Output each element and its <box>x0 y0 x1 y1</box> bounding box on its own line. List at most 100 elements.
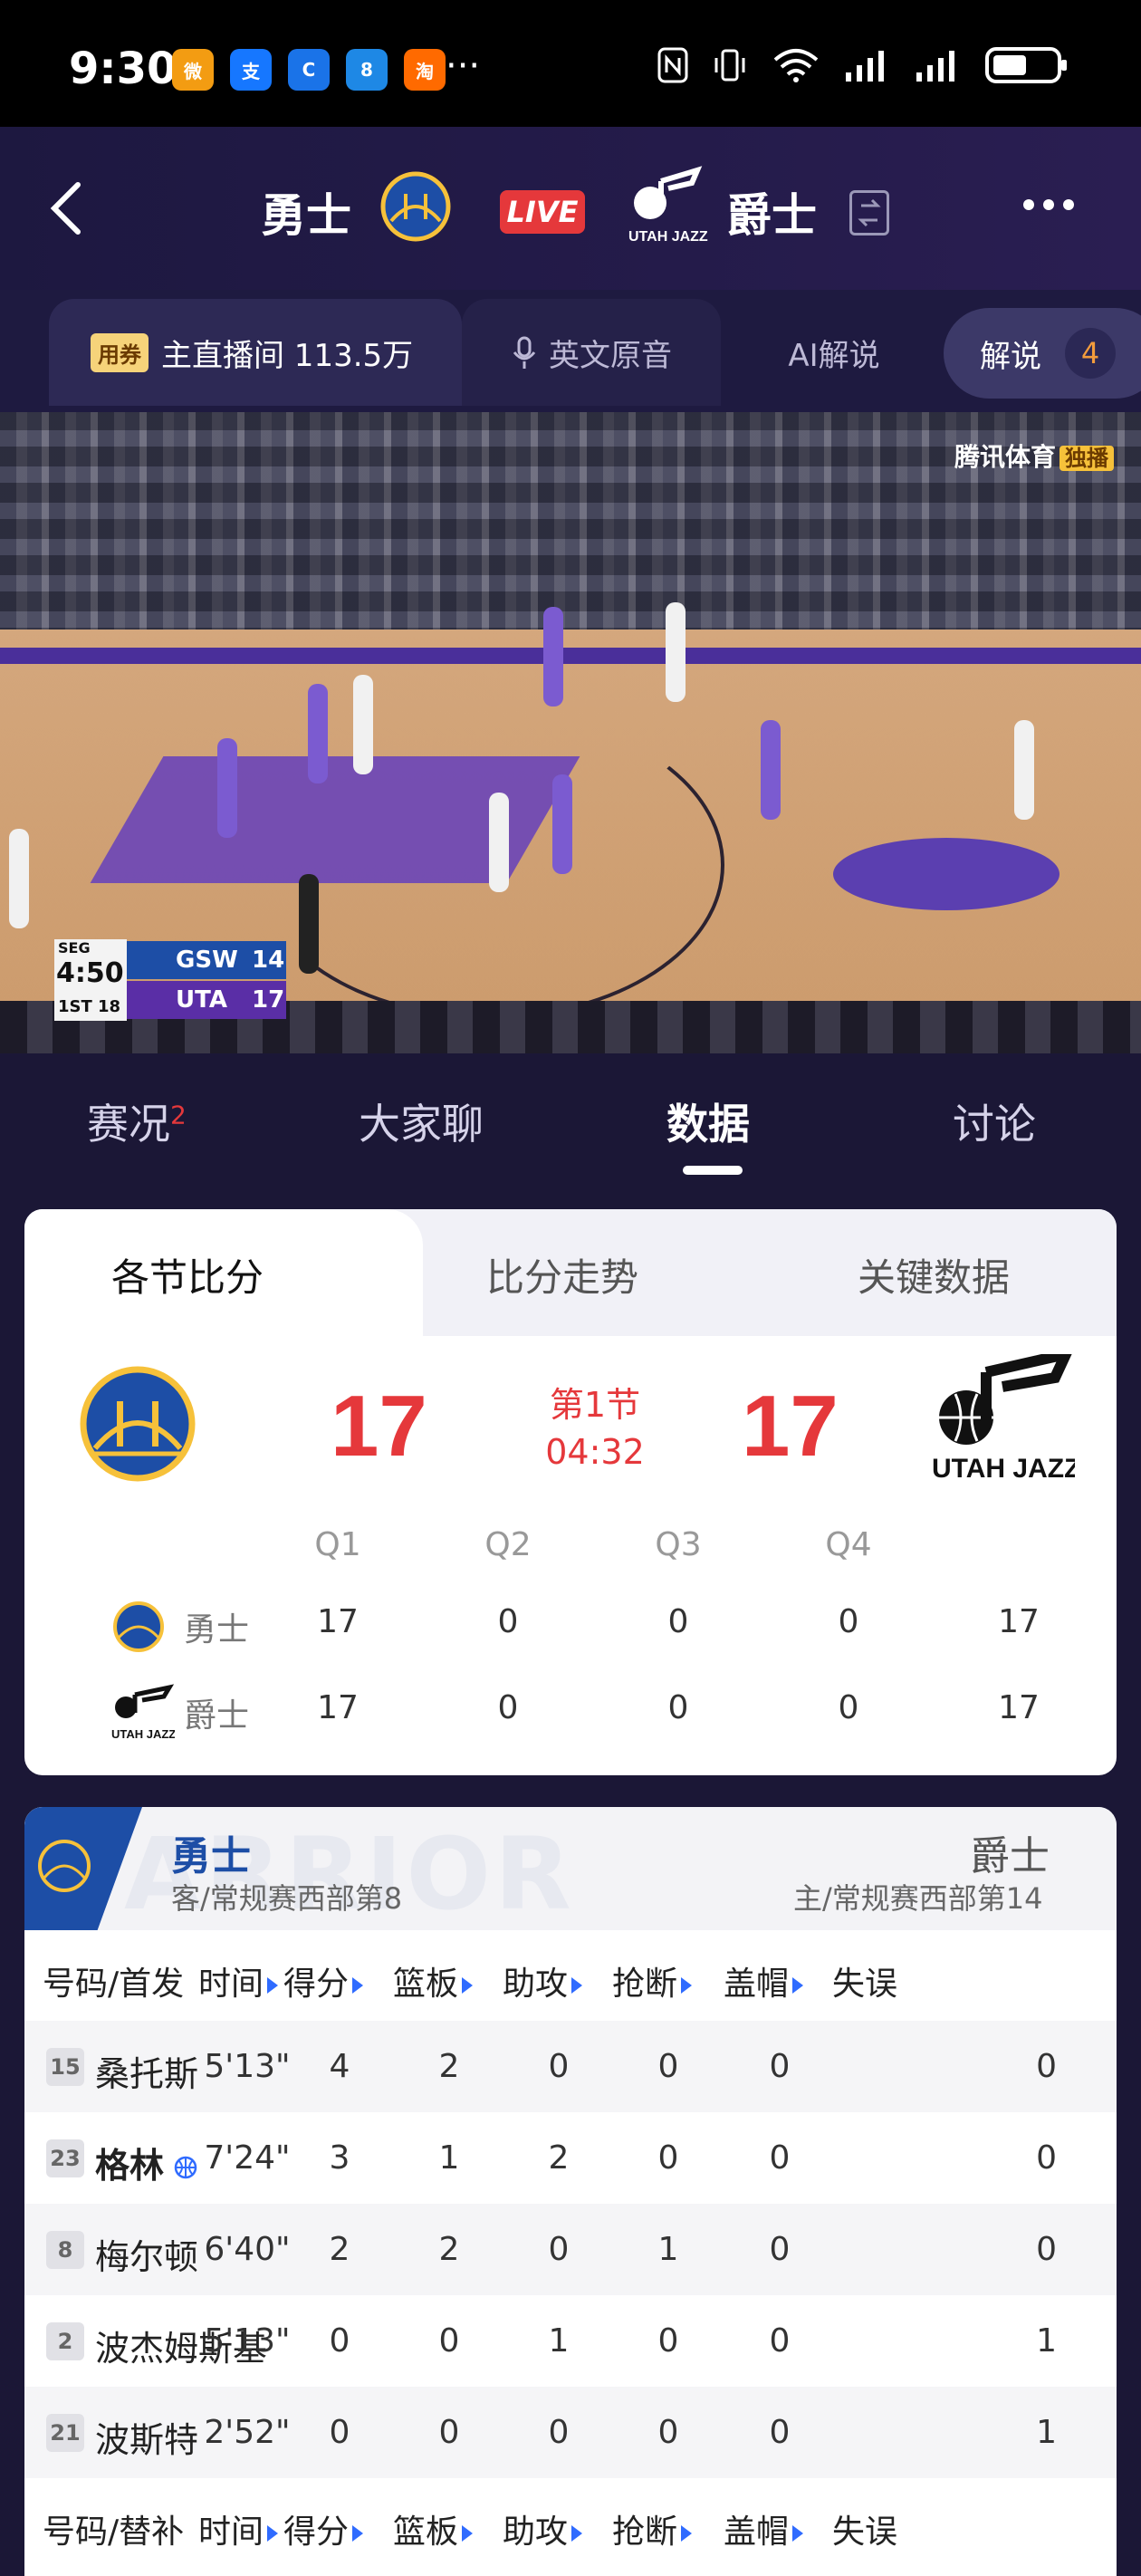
tab-game-status[interactable]: 赛况2 <box>87 1091 187 1151</box>
quarter-header: Q4 <box>825 1526 872 1563</box>
stats-away-team[interactable]: 勇士 <box>171 1823 251 1881</box>
match-header: 勇士 LIVE UTAH JAZZ 爵士 <box>0 127 1141 290</box>
column-header-sort[interactable]: 盖帽 <box>724 1957 804 2004</box>
column-header-sort[interactable]: 抢断 <box>612 1957 693 2004</box>
dot-icon <box>1063 199 1074 210</box>
jazz-logo-icon: UTAH JAZZ <box>111 1684 176 1745</box>
player-name-text: 桑托斯 <box>95 2054 199 2094</box>
column-header-label: 失误 <box>832 1966 898 2003</box>
period-label: 第1节 <box>549 1385 641 1425</box>
column-header-label: 得分 <box>283 1966 350 2003</box>
game-status-badge: 2 <box>170 1100 187 1130</box>
column-header-label: 盖帽 <box>724 1966 790 2003</box>
stats-team-header: ARRIOR 勇士 客/常规赛西部第8 爵士 主/常规赛西部第14 <box>24 1807 1117 1932</box>
table-row[interactable]: 23 格林 7'24" 3 1 2 0 0 0 <box>24 2112 1117 2204</box>
player-figure <box>666 602 686 702</box>
player-figure <box>9 829 29 928</box>
svg-text:UTAH JAZZ: UTAH JAZZ <box>111 1727 175 1741</box>
stat-cell-time: 5'13" <box>204 2048 291 2085</box>
battery-icon <box>985 45 1069 85</box>
scorebug-away-row: GSW 14 <box>127 941 286 979</box>
stat-cell-to: 1 <box>1036 2414 1057 2451</box>
column-header-label: 助攻 <box>503 1966 569 2003</box>
column-header-sort[interactable]: 时间 <box>198 1957 279 2004</box>
more-options-button[interactable] <box>1023 199 1074 210</box>
more-notifications: ··· <box>446 45 481 87</box>
column-header-sort[interactable]: 得分 <box>283 2505 364 2552</box>
broadcaster-watermark: 腾讯体育 独播 <box>954 437 1114 474</box>
svg-text:UTAH JAZZ: UTAH JAZZ <box>628 229 708 245</box>
warriors-logo-icon <box>79 1354 197 1497</box>
tab-discuss[interactable]: 讨论 <box>953 1091 1036 1151</box>
table-row[interactable]: 8 梅尔顿 6'40" 2 2 0 1 0 0 <box>24 2204 1117 2295</box>
stat-cell-stl: 0 <box>657 2414 679 2451</box>
player-name: 波斯特 <box>95 2412 198 2462</box>
dot-icon <box>1043 199 1054 210</box>
scorebug-quarter: 1ST 18 <box>58 997 121 1016</box>
scorebug-venue: SEG <box>58 939 91 956</box>
switch-icon[interactable] <box>849 190 889 235</box>
player-figure <box>1014 720 1034 820</box>
jersey-number: 2 <box>46 2322 84 2360</box>
quarter-score-cell: 0 <box>838 1689 859 1726</box>
column-header-sort[interactable]: 时间 <box>198 2505 279 2552</box>
sort-arrow-icon <box>352 1977 364 1994</box>
table-row[interactable]: 15 桑托斯 5'13" 4 2 0 0 0 0 <box>24 2021 1117 2112</box>
player-figure <box>543 607 563 706</box>
table-row[interactable]: 21 波斯特 2'52" 0 0 0 0 0 1 <box>24 2387 1117 2478</box>
tab-chat[interactable]: 大家聊 <box>359 1091 484 1151</box>
quarter-total-cell: 17 <box>998 1603 1040 1640</box>
ai-commentary-label: AI解说 <box>788 337 880 374</box>
tab-commentary[interactable]: 解说 4 <box>944 308 1141 399</box>
nfc-icon <box>657 47 688 83</box>
scorebug-home-abbr: UTA <box>176 986 227 1014</box>
status-time: 9:30 <box>69 43 177 94</box>
stat-cell-pts: 3 <box>329 2139 350 2177</box>
column-header-label: 篮板 <box>393 1966 459 2003</box>
stats-home-team[interactable]: 爵士 <box>970 1823 1050 1881</box>
game-clock: 04:32 <box>545 1432 645 1472</box>
table-row[interactable]: 2 波杰姆斯基 5'13" 0 0 1 0 0 1 <box>24 2295 1117 2387</box>
stat-cell-stl: 0 <box>657 2139 679 2177</box>
column-header-sort[interactable]: 得分 <box>283 1957 364 2004</box>
signal-icon <box>844 49 891 82</box>
tab-main-room[interactable]: 用券 主直播间 113.5万 <box>49 299 462 406</box>
starters-header-row: 号码/首发 时间 得分 篮板 助攻 抢断 盖帽 失误 <box>24 1930 1117 2021</box>
period-status: 第1节 04:32 <box>523 1381 667 1475</box>
tv-scorebug: SEG 4:50 1ST 18 GSW 14 UTA 17 <box>54 939 286 1021</box>
player-name-text: 格林 <box>95 2146 165 2186</box>
tab-ai-commentary[interactable]: AI解说 <box>721 299 947 406</box>
column-header-sort[interactable]: 失误 <box>832 2505 897 2552</box>
scorebug-home-points: 17 <box>252 986 285 1014</box>
microphone-icon <box>513 336 536 369</box>
notification-icons: 微支C8淘 <box>172 49 446 91</box>
subtab-score-trend[interactable]: 比分走势 <box>486 1247 638 1302</box>
tab-data[interactable]: 数据 <box>666 1091 750 1151</box>
scorebug-clock-panel: SEG 4:50 1ST 18 <box>54 939 127 1021</box>
quarter-header: Q3 <box>655 1526 702 1563</box>
warriors-logo-icon <box>380 167 451 250</box>
subtab-key-stats[interactable]: 关键数据 <box>858 1247 1010 1302</box>
video-player[interactable]: 腾讯体育 独播 SEG 4:50 1ST 18 GSW 14 UTA 17 <box>0 412 1141 1053</box>
column-header-sort[interactable]: 盖帽 <box>724 2505 804 2552</box>
column-header-sort[interactable]: 篮板 <box>393 1957 474 2004</box>
warriors-logo-icon <box>37 1834 91 1901</box>
commentary-label: 解说 <box>980 338 1041 375</box>
chevron-left-icon <box>50 182 81 235</box>
back-button[interactable] <box>45 181 91 235</box>
subtab-quarter-scores[interactable]: 各节比分 <box>111 1247 264 1302</box>
column-header-sort[interactable]: 助攻 <box>503 1957 583 2004</box>
alipay-icon: 支 <box>230 49 272 91</box>
taobao-flash-icon: 淘 <box>404 49 446 91</box>
column-header-sort[interactable]: 篮板 <box>393 2505 474 2552</box>
column-header-sort[interactable]: 失误 <box>832 1957 897 2004</box>
column-header-sort[interactable]: 抢断 <box>612 2505 693 2552</box>
sort-arrow-icon <box>352 2525 364 2542</box>
sort-arrow-icon <box>571 1977 583 1994</box>
stat-cell-reb: 2 <box>438 2048 460 2085</box>
warriors-logo-icon <box>111 1598 166 1659</box>
player-stats-card: ARRIOR 勇士 客/常规赛西部第8 爵士 主/常规赛西部第14 号码/首发时… <box>24 1807 1117 2576</box>
quarter-score-cell: 0 <box>497 1689 519 1726</box>
column-header-sort[interactable]: 助攻 <box>503 2505 583 2552</box>
tab-english-audio[interactable]: 英文原音 <box>462 299 721 406</box>
